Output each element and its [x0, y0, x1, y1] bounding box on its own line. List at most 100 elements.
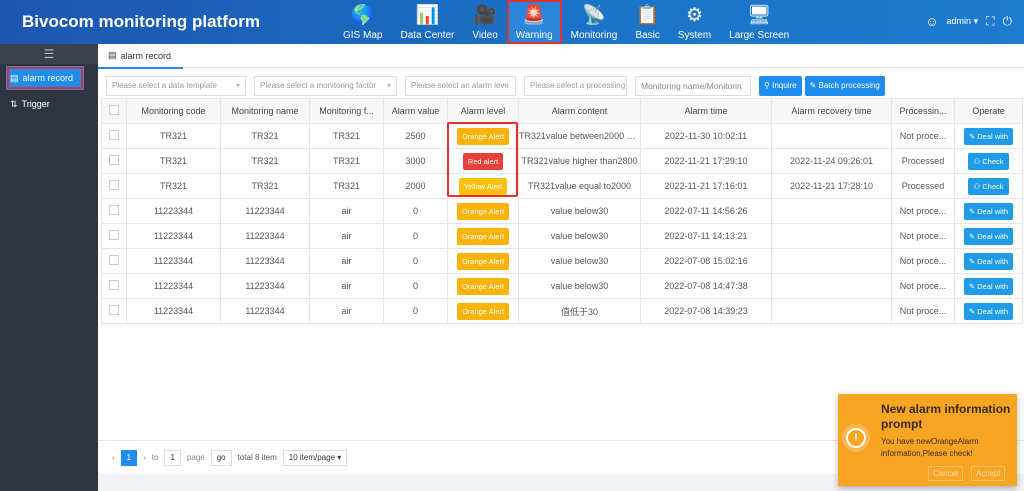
fullscreen-icon[interactable]: ⛶	[986, 14, 994, 29]
siren-icon: 🚨	[522, 5, 547, 26]
cell: 2022-11-21 17:16:01	[640, 173, 772, 199]
cell: 2022-07-08 15:02:16	[640, 248, 772, 274]
toast-title: New alarm information prompt	[881, 402, 1011, 431]
cell: Not proce...	[891, 273, 955, 299]
nav-basic[interactable]: 📋 Basic	[626, 0, 668, 44]
table-row: TR321 TR321 TR321 3000 Red alert TR321value h…	[101, 148, 1023, 174]
nav-video[interactable]: 🎥 Video	[463, 0, 506, 44]
cell: 11223344	[126, 248, 221, 274]
nav-monitoring[interactable]: 📡 Monitoring	[562, 0, 627, 44]
batch-processing-button[interactable]: ✎ Batch processing	[804, 76, 885, 96]
row-checkbox[interactable]	[101, 123, 127, 149]
menu-toggle-icon[interactable]: ☰	[0, 44, 98, 64]
alarm-level-badge: Orange Alert	[456, 252, 510, 270]
username: admin	[946, 16, 972, 26]
monitoring-factor-select[interactable]: Please select a monitoring factor ▾	[254, 76, 397, 96]
app-title: Bivocom monitoring platform	[22, 12, 260, 31]
alarm-level-select[interactable]: Please select an alarm leve	[405, 76, 516, 96]
cell: TR321value equal to2000	[518, 173, 641, 199]
next-page-icon[interactable]: ›	[143, 453, 146, 462]
go-button[interactable]: go	[210, 449, 232, 466]
globe-icon: 🌎	[350, 5, 375, 26]
row-checkbox[interactable]	[101, 298, 127, 324]
alarm-level-cell: Orange Alert	[447, 273, 519, 299]
deal-with-button[interactable]: ✎ Deal with	[963, 277, 1014, 295]
sidebar-item-alarm-record[interactable]: ▤ alarm record	[6, 66, 84, 90]
page-label: page	[186, 453, 205, 462]
page-input[interactable]: 1	[164, 449, 181, 466]
cell: 11223344	[126, 273, 221, 299]
alarm-level-badge: Orange Alert	[456, 202, 510, 220]
cell: TR321	[309, 148, 384, 174]
cell: air	[309, 223, 384, 249]
tab-label: alarm record	[120, 50, 172, 61]
alarm-notification: ! New alarm information prompt You have …	[838, 394, 1017, 486]
warning-icon: !	[846, 428, 866, 448]
page-1-button[interactable]: 1	[120, 449, 138, 466]
cell: 0	[383, 298, 448, 324]
monitor-icon: 🖥	[747, 5, 772, 26]
alarm-level-cell: Orange Alert	[447, 198, 519, 224]
select-all-checkbox[interactable]	[101, 98, 127, 124]
tab-alarm-record[interactable]: ▤ alarm record	[98, 44, 1024, 69]
cell: TR321	[126, 148, 221, 174]
prev-page-icon[interactable]: ‹	[112, 453, 115, 462]
main-nav: 🌎 GIS Map 📊 Data Center 🎥 Video 🚨 Warning 📡 Monit…	[334, 0, 798, 44]
operate-cell: ⚇ Check	[954, 148, 1023, 174]
cell: 11223344	[220, 248, 310, 274]
operate-cell: ✎ Deal with	[954, 198, 1023, 224]
sidebar-item-label: Trigger	[21, 99, 50, 109]
cell	[771, 123, 892, 149]
column-header: Alarm value	[383, 98, 448, 124]
deal-with-button[interactable]: ✎ Deal with	[963, 202, 1014, 220]
row-checkbox[interactable]	[101, 223, 127, 249]
deal-with-button[interactable]: ✎ Deal with	[963, 252, 1014, 270]
satellite-dish-icon: 📡	[582, 5, 606, 26]
nav-system[interactable]: ⚙ System	[669, 0, 720, 44]
deal-with-button[interactable]: ✎ Deal with	[963, 302, 1014, 320]
cell: value below30	[518, 198, 641, 224]
deal-with-button[interactable]: ✎ Deal with	[963, 227, 1014, 245]
column-header: Processin...	[891, 98, 955, 124]
cell: 0	[383, 198, 448, 224]
row-checkbox[interactable]	[101, 148, 127, 174]
button-label: Batch processing	[818, 81, 880, 90]
alarm-level-cell: Orange Alert	[447, 298, 519, 324]
processing-select[interactable]: Please select a processing	[524, 76, 627, 96]
cell: 3000	[383, 148, 448, 174]
operate-cell: ✎ Deal with	[954, 248, 1023, 274]
avatar-icon[interactable]: ☺	[925, 14, 938, 29]
table-header: Monitoring code Monitoring name Monitoring…	[101, 98, 1023, 124]
nav-large-screen[interactable]: 🖥 Large Screen	[720, 0, 798, 44]
nav-gis-map[interactable]: 🌎 GIS Map	[334, 0, 391, 44]
data-template-select[interactable]: Please select a data template ▾	[106, 76, 246, 96]
check-button[interactable]: ⚇ Check	[968, 177, 1009, 195]
row-checkbox[interactable]	[101, 198, 127, 224]
cell: Not proce...	[891, 123, 955, 149]
cell: TR321	[309, 123, 384, 149]
nav-label: Basic	[635, 30, 660, 41]
deal-with-button[interactable]: ✎ Deal with	[963, 127, 1014, 145]
nav-data-center[interactable]: 📊 Data Center	[391, 0, 463, 44]
power-icon[interactable]: ⏻	[1003, 14, 1013, 29]
search-input[interactable]: Monitoring name/Monitorin	[635, 76, 751, 96]
operate-cell: ✎ Deal with	[954, 273, 1023, 299]
row-checkbox[interactable]	[101, 273, 127, 299]
operate-cell: ✎ Deal with	[954, 223, 1023, 249]
row-checkbox[interactable]	[101, 248, 127, 274]
cancel-button[interactable]: Cancel	[928, 466, 963, 481]
sidebar-item-trigger[interactable]: ⇅ Trigger	[0, 92, 98, 116]
operate-cell: ✎ Deal with	[954, 298, 1023, 324]
cell: 2022-11-21 17:29:10	[640, 148, 772, 174]
accept-button[interactable]: Accept	[971, 466, 1006, 481]
row-checkbox[interactable]	[101, 173, 127, 199]
cell: Not proce...	[891, 198, 955, 224]
nav-label: Monitoring	[570, 30, 618, 41]
video-icon: 🎥	[473, 5, 497, 26]
nav-warning[interactable]: 🚨 Warning	[506, 0, 562, 44]
table-row: TR321 TR321 TR321 2000 Yellow Alert TR321valu…	[101, 173, 1023, 199]
inquire-button[interactable]: ⚲ Inquire	[759, 76, 802, 96]
page-size-select[interactable]: 10 item/page ▾	[282, 449, 348, 466]
user-menu[interactable]: admin ▾	[947, 16, 979, 27]
check-button[interactable]: ⚇ Check	[968, 152, 1009, 170]
